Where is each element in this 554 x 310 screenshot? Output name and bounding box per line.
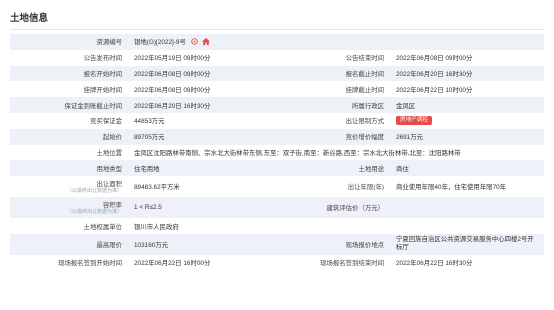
- row-value: 2022年06月22日 10时00分: [390, 81, 545, 98]
- row-label: 挂牌截止时间: [284, 81, 390, 98]
- row-label: 出让年限(年): [284, 176, 390, 198]
- row-label: 最高限价: [10, 233, 128, 255]
- land-info-table: 资源编号 银地(G)[2022]-9号 公告发布时间 2022年05月19日 0…: [10, 34, 545, 271]
- table-row: 土地权属单位 银川市人民政府: [10, 218, 545, 234]
- row-value: 1 < R≤2.5: [128, 197, 284, 219]
- resource-code-cell: 银地(G)[2022]-9号: [128, 34, 545, 50]
- row-value: 2022年06月08日 09时00分: [128, 81, 284, 98]
- row-label: 竞价增价幅度: [284, 128, 390, 145]
- row-label: 竞买保证金: [10, 112, 128, 129]
- row-label: 起始价: [10, 128, 128, 145]
- row-label: 报名开始时间: [10, 65, 128, 82]
- table-row: 用地类型 住宅用地 土地用途 商住: [10, 160, 545, 177]
- home-icon[interactable]: [202, 37, 211, 47]
- row-label: 所属行政区: [284, 97, 390, 113]
- row-value: 89483.62平方米: [128, 176, 284, 198]
- row-value: 2022年06月20日 16时30分: [128, 97, 284, 113]
- table-row: 竞买保证金 44853万元 出让限制方式 房地产调控: [10, 112, 545, 129]
- table-row: 公告发布时间 2022年05月19日 09时00分 公告结束时间 2022年06…: [10, 49, 545, 66]
- row-value: 商住: [390, 160, 545, 177]
- row-label: 现场报名签到开始时间: [10, 254, 128, 271]
- row-label-note: （以最终出让数据为准）: [66, 209, 122, 216]
- table-row: 挂牌开始时间 2022年06月08日 09时00分 挂牌截止时间 2022年06…: [10, 81, 545, 98]
- row-label: 保证金到账截止时间: [10, 97, 128, 113]
- row-label: 建筑评估价（万元）: [284, 197, 390, 219]
- row-value: 宁夏回族自治区公共资源交易服务中心四楼2号开标厅: [390, 233, 545, 255]
- table-row: 报名开始时间 2022年06月08日 09时00分 报名截止时间 2022年06…: [10, 65, 545, 82]
- row-label: 挂牌开始时间: [10, 81, 128, 98]
- table-row: 起始价 89705万元 竞价增价幅度 2691万元: [10, 128, 545, 145]
- row-value: 2022年06月22日 16时00分: [128, 254, 284, 271]
- row-value: [390, 197, 545, 219]
- table-row: 出让面积 （以最终出让数据为准） 89483.62平方米 出让年限(年) 商业使…: [10, 176, 545, 198]
- row-label-cell: 出让面积 （以最终出让数据为准）: [10, 176, 128, 198]
- row-value: 住宅用地: [128, 160, 284, 177]
- row-label: 土地位置: [10, 144, 128, 161]
- row-label: 土地权属单位: [10, 218, 128, 234]
- table-row: 现场报名签到开始时间 2022年06月22日 16时00分 现场报名签到结束时间…: [10, 254, 545, 271]
- table-row: 保证金到账截止时间 2022年06月20日 16时30分 所属行政区 金凤区: [10, 97, 545, 113]
- row-value: 2022年06月20日 16时30分: [390, 65, 545, 82]
- page-title: 土地信息: [10, 13, 49, 24]
- row-label-note: （以最终出让数据为准）: [66, 188, 122, 195]
- row-value: 银川市人民政府: [128, 218, 545, 234]
- table-row: 资源编号 银地(G)[2022]-9号: [10, 34, 545, 50]
- row-value: 2022年06月08日 09时00分: [390, 49, 545, 66]
- table-row: 最高限价 103160万元 现场报价地点 宁夏回族自治区公共资源交易服务中心四楼…: [10, 233, 545, 255]
- row-value: 2022年05月19日 09时00分: [128, 49, 284, 66]
- row-label: 公告发布时间: [10, 49, 128, 66]
- row-value: 2022年06月08日 09时00分: [128, 65, 284, 82]
- row-value: 金凤区: [390, 97, 545, 113]
- row-label: 现场报价地点: [284, 233, 390, 255]
- row-label: 现场报名签到结束时间: [284, 254, 390, 271]
- row-value: 89705万元: [128, 128, 284, 145]
- section-header: 土地信息: [10, 8, 544, 30]
- row-label-cell: 容积率 （以最终出让数据为准）: [10, 197, 128, 219]
- table-row: 土地位置 金凤区沈阳路林带南侧、宗水北大街林带东侧,东至：双子街,南至：新谷路,…: [10, 144, 545, 161]
- row-value: 44853万元: [128, 112, 284, 129]
- row-value: 2022年06月22日 16时30分: [390, 254, 545, 271]
- row-label: 出让限制方式: [284, 112, 390, 129]
- row-label: 报名截止时间: [284, 65, 390, 82]
- restriction-badge: 房地产调控: [396, 116, 432, 126]
- row-label: 资源编号: [10, 34, 128, 50]
- row-label: 土地用途: [284, 160, 390, 177]
- row-value: 商业使用年限40年，住宅使用年限70年: [390, 176, 545, 198]
- land-location-value: 金凤区沈阳路林带南侧、宗水北大街林带东侧,东至：双子街,南至：新谷路,西至：宗水…: [128, 144, 545, 161]
- table-row: 容积率 （以最终出让数据为准） 1 < R≤2.5 建筑评估价（万元）: [10, 197, 545, 219]
- row-label: 用地类型: [10, 160, 128, 177]
- info-circle-icon[interactable]: [190, 38, 198, 47]
- row-value: 103160万元: [128, 233, 284, 255]
- row-value: 2691万元: [390, 128, 545, 145]
- resource-code-value: 银地(G)[2022]-9号: [134, 38, 186, 46]
- row-value-cell: 房地产调控: [390, 112, 545, 129]
- row-label: 公告结束时间: [284, 49, 390, 66]
